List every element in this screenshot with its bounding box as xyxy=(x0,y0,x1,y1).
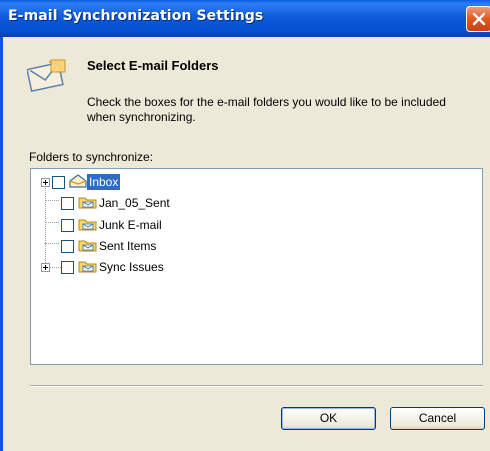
header-description: Check the boxes for the e-mail folders y… xyxy=(87,95,446,124)
tree-connector xyxy=(50,267,61,269)
window-title: E-mail Synchronization Settings xyxy=(8,8,264,24)
inbox-icon xyxy=(68,173,88,193)
folder-icon xyxy=(78,237,98,257)
ok-button[interactable]: OK xyxy=(281,407,376,430)
sync-settings-dialog: E-mail Synchronization Settings Select E… xyxy=(0,0,490,451)
close-button[interactable] xyxy=(466,6,490,32)
checkbox-junk-email[interactable] xyxy=(61,219,74,232)
checkbox-sync-issues[interactable] xyxy=(61,261,74,274)
folder-tree[interactable]: Inbox Jan_05_Sent Junk E-mail Sent Items xyxy=(30,168,483,365)
cancel-button[interactable]: Cancel xyxy=(390,407,485,430)
tree-item-label: Sent Items xyxy=(99,239,157,253)
tree-item-label: Sync Issues xyxy=(99,260,164,274)
title-bar[interactable]: E-mail Synchronization Settings xyxy=(0,0,490,37)
folders-label: Folders to synchronize: xyxy=(29,150,154,164)
folder-icon xyxy=(78,194,98,214)
tree-item-sent-items[interactable]: Sent Items xyxy=(31,237,331,255)
expand-icon[interactable] xyxy=(41,263,50,272)
tree-item-jan-05-sent[interactable]: Jan_05_Sent xyxy=(31,194,331,212)
separator xyxy=(30,385,483,387)
tree-item-label: Inbox xyxy=(87,174,121,190)
envelope-icon xyxy=(26,58,69,96)
folder-icon xyxy=(78,258,98,278)
tree-item-sync-issues[interactable]: Sync Issues xyxy=(31,258,331,276)
tree-item-label: Junk E-mail xyxy=(99,218,162,232)
checkbox-sent-items[interactable] xyxy=(61,240,74,253)
folder-icon xyxy=(78,216,98,236)
tree-item-label: Jan_05_Sent xyxy=(99,196,170,210)
close-icon xyxy=(472,12,486,26)
tree-item-inbox[interactable]: Inbox xyxy=(31,173,331,191)
expand-icon[interactable] xyxy=(41,178,50,187)
header-title: Select E-mail Folders xyxy=(87,58,219,73)
checkbox-jan-05-sent[interactable] xyxy=(61,197,74,210)
checkbox-inbox[interactable] xyxy=(52,176,65,189)
tree-item-junk-email[interactable]: Junk E-mail xyxy=(31,216,331,234)
